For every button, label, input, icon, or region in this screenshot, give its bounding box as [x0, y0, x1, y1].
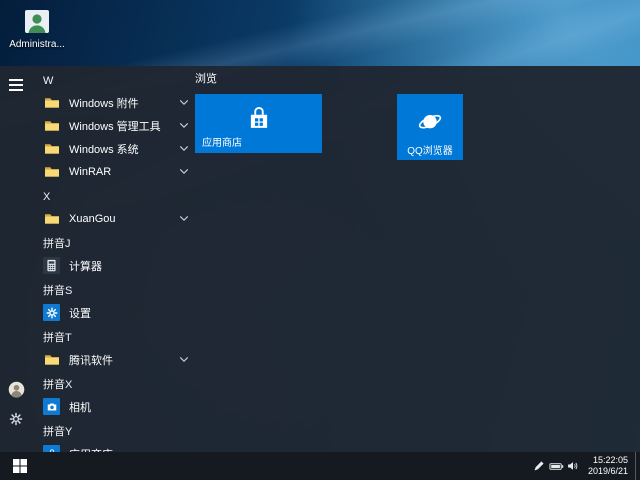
windows-logo-icon: [13, 459, 27, 473]
app-item-label: 设置: [69, 305, 190, 321]
group-header-pinyin-x[interactable]: 拼音X: [43, 378, 196, 392]
desktop-shortcut-administrator[interactable]: Administra...: [8, 6, 66, 51]
settings-gear-icon[interactable]: [7, 410, 25, 428]
app-item-label: Windows 系统: [69, 141, 178, 157]
app-item-label: Windows 管理工具: [69, 118, 178, 134]
app-item-label: Windows 附件: [69, 95, 178, 111]
app-item-windows-system[interactable]: Windows 系统: [30, 137, 196, 160]
chevron-down-icon[interactable]: [178, 122, 190, 129]
tile-group-title[interactable]: 浏览: [195, 72, 635, 86]
app-item-windows-accessories[interactable]: Windows 附件: [30, 91, 196, 114]
start-menu-rail: [0, 66, 30, 452]
start-button[interactable]: [0, 452, 40, 480]
chevron-down-icon[interactable]: [178, 145, 190, 152]
group-header-pinyin-y[interactable]: 拼音Y: [43, 425, 196, 439]
taskbar-clock[interactable]: 15:22:05 2019/6/21: [582, 455, 635, 477]
app-item-label: 腾讯软件: [69, 352, 178, 368]
folder-icon: [43, 140, 60, 157]
store-icon: [43, 445, 60, 452]
desktop-shortcut-label: Administra...: [8, 39, 66, 51]
chevron-down-icon[interactable]: [178, 356, 190, 363]
chevron-down-icon[interactable]: [178, 168, 190, 175]
gear-icon: [43, 304, 60, 321]
group-header-pinyin-s[interactable]: 拼音S: [43, 284, 196, 298]
tile-label: QQ浏览器: [397, 142, 463, 157]
camera-icon: [43, 398, 60, 415]
folder-icon: [43, 163, 60, 180]
group-header-w[interactable]: W: [43, 74, 196, 88]
calculator-icon: [43, 257, 60, 274]
folder-icon: [43, 117, 60, 134]
app-item-xuangou[interactable]: XuanGou: [30, 207, 196, 230]
app-item-settings[interactable]: 设置: [30, 301, 196, 324]
app-item-windows-admin-tools[interactable]: Windows 管理工具: [30, 114, 196, 137]
user-avatar-icon[interactable]: [7, 380, 25, 398]
tiles-pane: 浏览 应用商店 QQ浏览器: [195, 66, 635, 452]
battery-icon[interactable]: [548, 452, 565, 480]
volume-icon[interactable]: [565, 452, 582, 480]
store-icon: [244, 103, 274, 133]
folder-icon: [43, 94, 60, 111]
app-item-winrar[interactable]: WinRAR: [30, 160, 196, 183]
show-desktop-button[interactable]: [635, 452, 640, 480]
taskbar: 15:22:05 2019/6/21: [0, 452, 640, 480]
app-item-label: 计算器: [69, 258, 190, 274]
qq-browser-icon: [417, 109, 443, 135]
app-list: W Windows 附件 Windows 管理工具 Windows 系统: [30, 66, 196, 452]
tile-store[interactable]: 应用商店: [195, 94, 322, 153]
system-tray: 15:22:05 2019/6/21: [531, 452, 640, 480]
app-item-label: XuanGou: [69, 213, 178, 225]
tile-qq-browser[interactable]: QQ浏览器: [397, 94, 463, 160]
hamburger-menu-icon[interactable]: [7, 76, 25, 94]
app-item-tencent-software[interactable]: 腾讯软件: [30, 348, 196, 371]
app-item-camera[interactable]: 相机: [30, 395, 196, 418]
app-item-label: WinRAR: [69, 166, 178, 178]
app-item-label: 相机: [69, 399, 190, 415]
chevron-down-icon[interactable]: [178, 215, 190, 222]
user-files-icon: [21, 6, 53, 38]
chevron-down-icon[interactable]: [178, 99, 190, 106]
folder-icon: [43, 351, 60, 368]
pen-icon[interactable]: [531, 452, 548, 480]
group-header-pinyin-t[interactable]: 拼音T: [43, 331, 196, 345]
group-header-pinyin-j[interactable]: 拼音J: [43, 237, 196, 251]
folder-icon: [43, 210, 60, 227]
tile-label: 应用商店: [202, 134, 242, 149]
clock-time: 15:22:05: [588, 455, 628, 466]
start-menu: W Windows 附件 Windows 管理工具 Windows 系统: [0, 66, 640, 452]
group-header-x[interactable]: X: [43, 190, 196, 204]
app-item-store[interactable]: 应用商店: [30, 442, 196, 452]
app-item-calculator[interactable]: 计算器: [30, 254, 196, 277]
clock-date: 2019/6/21: [588, 466, 628, 477]
